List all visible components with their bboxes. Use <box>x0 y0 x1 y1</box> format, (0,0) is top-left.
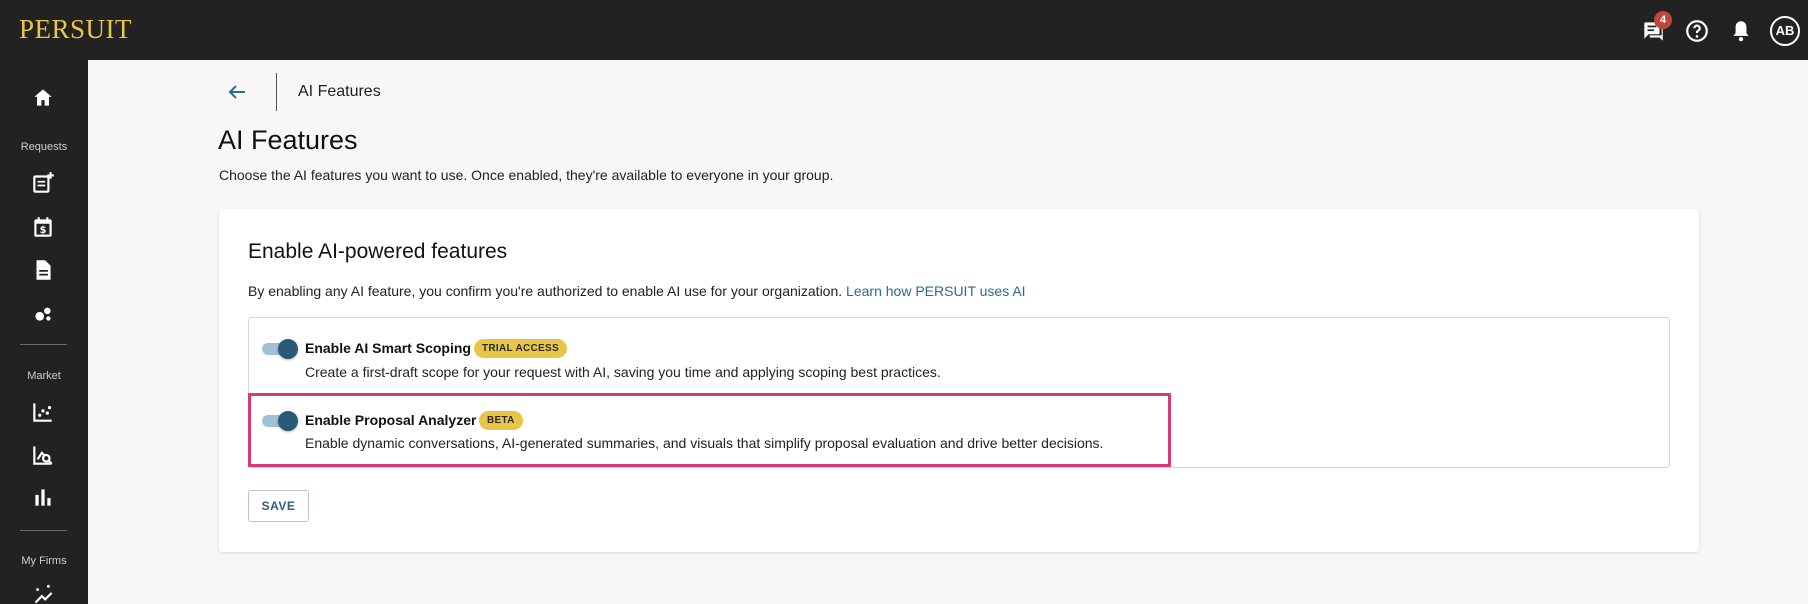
home-icon[interactable] <box>30 85 56 111</box>
sidebar-divider <box>20 530 67 531</box>
proposal-analyzer-highlight <box>248 393 1171 467</box>
market-search-icon[interactable] <box>30 442 56 468</box>
card-description-text: By enabling any AI feature, you confirm … <box>248 283 843 299</box>
card-title: Enable AI-powered features <box>248 240 508 263</box>
breadcrumb-divider <box>276 73 277 111</box>
sidebar-divider <box>20 344 67 345</box>
smart-scoping-title: Enable AI Smart Scoping <box>305 340 471 356</box>
page-title: AI Features <box>218 125 358 155</box>
top-bar: PERSUIT 4 AB <box>0 0 1808 60</box>
firm-analytics-icon[interactable] <box>30 582 56 604</box>
sidebar-section-requests: Requests <box>20 141 68 153</box>
save-button[interactable]: SAVE <box>248 490 309 522</box>
sidebar-section-market: Market <box>27 370 61 382</box>
learn-ai-link[interactable]: Learn how PERSUIT uses AI <box>846 283 1026 299</box>
page-description: Choose the AI features you want to use. … <box>219 167 834 183</box>
notifications-icon[interactable] <box>1728 18 1754 44</box>
message-count-badge: 4 <box>1654 11 1672 29</box>
pricing-calendar-icon[interactable]: $ <box>30 214 56 240</box>
breadcrumb: AI Features <box>298 83 381 100</box>
smart-scoping-toggle[interactable] <box>262 338 298 360</box>
scatter-chart-icon[interactable] <box>30 399 56 425</box>
sidebar-section-my-firms: My Firms <box>21 555 67 567</box>
sidebar: Requests $ Market My Firms <box>0 60 88 604</box>
card-description: By enabling any AI feature, you confirm … <box>248 283 1026 299</box>
bar-chart-icon[interactable] <box>30 484 56 510</box>
help-icon[interactable] <box>1684 18 1710 44</box>
user-avatar[interactable]: AB <box>1770 16 1800 46</box>
trial-access-badge: TRIAL ACCESS <box>474 339 567 358</box>
insights-bubbles-icon[interactable] <box>30 300 56 326</box>
document-icon[interactable] <box>30 257 56 283</box>
toggle-thumb <box>278 339 298 359</box>
new-request-icon[interactable] <box>30 170 56 196</box>
smart-scoping-description: Create a first-draft scope for your requ… <box>305 364 941 380</box>
svg-text:$: $ <box>40 225 47 236</box>
back-arrow-icon[interactable] <box>224 80 250 104</box>
persuit-logo[interactable]: PERSUIT <box>19 14 132 45</box>
